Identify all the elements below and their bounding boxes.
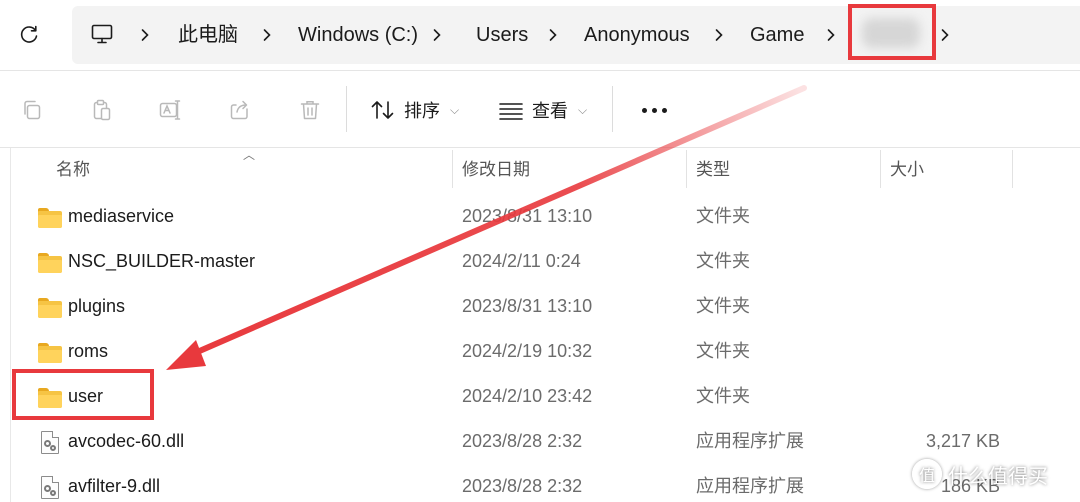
file-type: 应用程序扩展 <box>696 476 804 496</box>
toolbar-divider <box>346 86 347 132</box>
sort-ascending-icon: ︿ <box>243 148 256 162</box>
file-modified: 2023/8/28 2:32 <box>462 476 583 496</box>
command-bar: 排序 ⌵ 查看 ⌵ <box>0 72 1080 146</box>
watermark-text: 什么值得买 <box>948 465 1048 488</box>
breadcrumb-separator <box>138 6 152 64</box>
annotation-highlight-box <box>12 369 154 420</box>
pane-edge <box>10 148 11 502</box>
sort-label: 排序 <box>404 101 440 121</box>
file-type: 文件夹 <box>696 386 750 406</box>
share-icon <box>230 100 248 120</box>
more-icon <box>661 107 667 113</box>
file-name: avcodec-60.dll <box>68 431 185 451</box>
file-row[interactable]: plugins 2023/8/31 13:10 文件夹 <box>14 284 1080 329</box>
copy-button[interactable] <box>14 92 50 128</box>
view-label: 查看 <box>532 101 568 121</box>
column-divider[interactable] <box>880 150 881 188</box>
file-name: NSC_BUILDER-master <box>68 251 256 271</box>
refresh-button[interactable] <box>8 14 50 56</box>
sort-button[interactable]: 排序 ⌵ <box>370 90 459 130</box>
chevron-down-icon: ⌵ <box>450 102 460 117</box>
refresh-icon <box>20 25 38 43</box>
file-row[interactable]: roms 2024/2/19 10:32 文件夹 <box>14 329 1080 374</box>
breadcrumb-separator <box>824 6 838 64</box>
delete-button[interactable] <box>292 92 328 128</box>
file-name: mediaservice <box>68 206 175 226</box>
breadcrumb-this-pc[interactable]: 此电脑 <box>178 6 238 64</box>
file-type: 文件夹 <box>696 296 750 316</box>
divider <box>0 70 1080 71</box>
dll-file-icon <box>38 476 62 499</box>
view-button[interactable]: 查看 ⌵ <box>498 90 587 130</box>
address-bar-strip: 此电脑 Windows (C:) Users Anonymous Game <box>0 0 1080 70</box>
column-divider[interactable] <box>1012 150 1013 188</box>
more-icon <box>641 107 647 113</box>
column-header-modified[interactable]: 修改日期 <box>462 148 530 192</box>
column-header-name[interactable]: 名称 <box>56 148 90 192</box>
delete-icon <box>300 101 320 120</box>
file-name: roms <box>68 341 108 361</box>
annotation-highlight-box <box>848 4 936 60</box>
file-modified: 2023/8/31 13:10 <box>462 206 593 226</box>
more-button[interactable] <box>636 92 672 128</box>
breadcrumb-separator <box>546 6 560 64</box>
breadcrumb-game[interactable]: Game <box>750 6 804 64</box>
file-type: 文件夹 <box>696 206 750 226</box>
breadcrumb-windows-c[interactable]: Windows (C:) <box>298 6 418 64</box>
column-divider[interactable] <box>686 150 687 188</box>
file-type: 应用程序扩展 <box>696 431 804 451</box>
computer-icon <box>90 22 114 51</box>
watermark-logo: 值 <box>912 459 942 489</box>
file-name: avfilter-9.dll <box>68 476 161 496</box>
column-divider[interactable] <box>452 150 453 188</box>
file-modified: 2024/2/19 10:32 <box>462 341 593 361</box>
more-icon <box>651 107 657 113</box>
file-row[interactable]: user 2024/2/10 23:42 文件夹 <box>14 374 1080 419</box>
copy-icon <box>24 100 41 120</box>
toolbar-divider <box>612 86 613 132</box>
paste-icon <box>93 99 111 121</box>
sort-icon <box>371 101 394 119</box>
paste-button[interactable] <box>84 92 120 128</box>
folder-icon <box>38 251 62 273</box>
share-button[interactable] <box>222 92 258 128</box>
dll-file-icon <box>38 431 62 454</box>
file-modified: 2023/8/28 2:32 <box>462 431 583 451</box>
file-type: 文件夹 <box>696 251 750 271</box>
breadcrumb-separator <box>712 6 726 64</box>
watermark: 值 什么值得买 <box>912 456 1048 492</box>
breadcrumb-anonymous[interactable]: Anonymous <box>584 6 690 64</box>
rename-button[interactable] <box>152 92 188 128</box>
file-modified: 2024/2/11 0:24 <box>462 251 581 271</box>
column-header-type[interactable]: 类型 <box>696 148 730 192</box>
file-type: 文件夹 <box>696 341 750 361</box>
breadcrumb-separator <box>938 6 952 64</box>
file-name: plugins <box>68 296 126 316</box>
folder-icon <box>38 341 62 363</box>
folder-icon <box>38 296 62 318</box>
file-row[interactable]: NSC_BUILDER-master 2024/2/11 0:24 文件夹 <box>14 239 1080 284</box>
view-icon <box>499 103 523 120</box>
column-header-size[interactable]: 大小 <box>890 148 924 192</box>
breadcrumb-separator <box>260 6 274 64</box>
file-row[interactable]: mediaservice 2023/8/31 13:10 文件夹 <box>14 194 1080 239</box>
chevron-down-icon: ⌵ <box>578 102 588 117</box>
file-modified: 2024/2/10 23:42 <box>462 386 593 406</box>
folder-icon <box>38 206 62 228</box>
breadcrumb-users[interactable]: Users <box>476 6 528 64</box>
breadcrumb-separator <box>430 6 444 64</box>
rename-icon <box>159 100 181 120</box>
file-modified: 2023/8/31 13:10 <box>462 296 593 316</box>
